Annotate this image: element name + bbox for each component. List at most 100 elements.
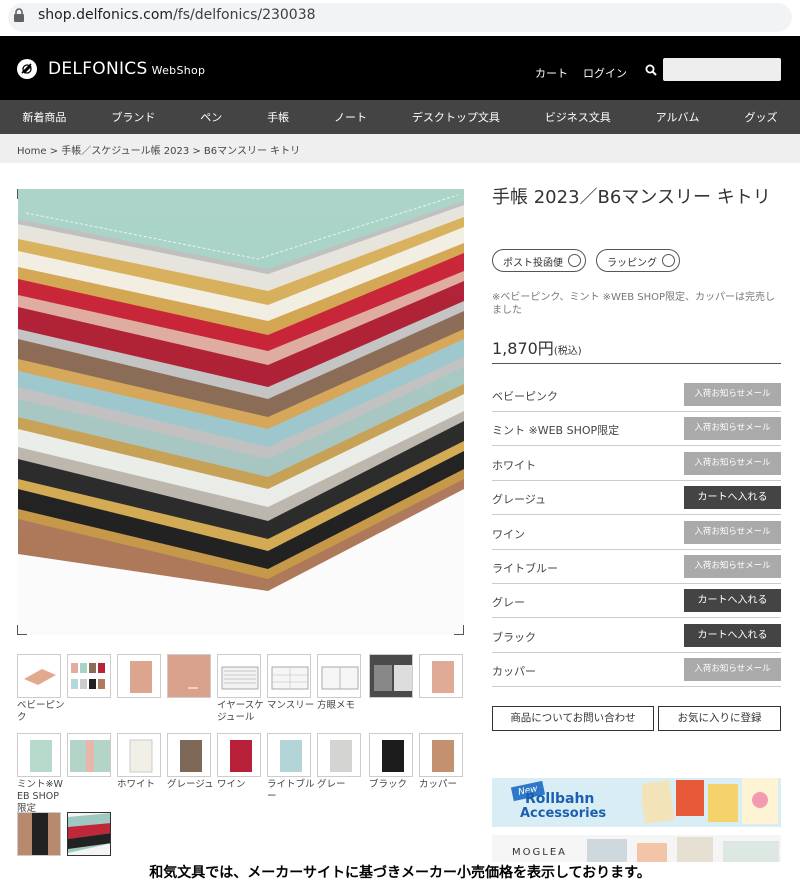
brand-sub: WebShop <box>151 64 206 77</box>
add-to-cart-button[interactable]: カートへ入れる <box>684 623 781 647</box>
login-link[interactable]: ログイン <box>583 65 627 81</box>
nav-brand[interactable]: ブランド <box>111 109 155 125</box>
thumbnail-mint-open[interactable] <box>67 733 111 777</box>
variant-name: ワイン <box>492 527 525 541</box>
price-divider <box>492 363 781 364</box>
thumb-label-monthly: マンスリー <box>267 700 315 711</box>
variant-row: グレー カートへ入れる <box>492 584 781 619</box>
url-text[interactable]: shop.delfonics.com/fs/delfonics/230038 <box>38 7 316 23</box>
nav-goods[interactable]: グッズ <box>744 109 777 125</box>
thumbnail-pink-back[interactable] <box>419 654 463 698</box>
thumb-label-copper: カッパー <box>419 779 458 790</box>
restock-notify-button[interactable]: 入荷お知らせメール <box>684 555 781 578</box>
banner-illustration <box>587 837 779 865</box>
restock-notify-button[interactable]: 入荷お知らせメール <box>684 658 781 682</box>
variant-name: ライトブルー <box>492 562 558 575</box>
image-corner <box>17 625 27 635</box>
image-corner <box>454 625 464 635</box>
thumbnail-year-schedule[interactable] <box>217 654 261 698</box>
tag-label: ポスト投函便 <box>503 258 563 269</box>
delfonics-logo-icon[interactable] <box>16 58 38 80</box>
thumbnail-pink-cover[interactable] <box>117 654 161 698</box>
url-path: /fs/delfonics/230038 <box>173 7 316 23</box>
product-price: 1,870円(税込) <box>492 335 582 359</box>
banner-illustration <box>642 778 778 824</box>
rollbahn-accessories-banner[interactable]: New Rollbahn Accessories <box>492 778 781 827</box>
thumbnail-stack[interactable] <box>67 812 111 856</box>
add-to-cart-button[interactable]: カートへ入れる <box>684 486 781 510</box>
product-title: 手帳 2023／B6マンスリー キトリ <box>492 187 771 208</box>
nav-new[interactable]: 新着商品 <box>22 109 66 125</box>
variant-row: ライトブルー 入荷お知らせメール <box>492 550 781 584</box>
breadcrumb[interactable]: Home > 手帳／スケジュール帳 2023 > B6マンスリー キトリ <box>0 134 800 163</box>
restock-notify-button[interactable]: 入荷お知らせメール <box>684 520 781 544</box>
brand-name: DELFONICS <box>48 59 148 79</box>
thumb-label-greige: グレージュ <box>167 779 214 790</box>
product-inquiry-button[interactable]: 商品についてお問い合わせ <box>492 706 654 731</box>
variant-row: ワイン 入荷お知らせメール <box>492 516 781 550</box>
add-favorite-button[interactable]: お気に入りに登録 <box>658 706 781 731</box>
price-value: 1,870円 <box>492 339 554 358</box>
thumbnail-copper[interactable] <box>419 733 463 777</box>
thumbnail-grid-memo[interactable] <box>317 654 361 698</box>
tag-post-delivery[interactable]: ポスト投函便 <box>492 249 586 272</box>
nav-planner[interactable]: 手帳 <box>267 109 289 125</box>
variant-name: グレー <box>492 596 525 610</box>
tag-label: ラッピング <box>607 258 657 269</box>
cart-link[interactable]: カート <box>535 65 568 81</box>
product-main-image[interactable] <box>18 189 464 635</box>
restock-notify-button[interactable]: 入荷お知らせメール <box>684 451 781 475</box>
restock-notify-button[interactable]: 入荷お知らせメール <box>684 383 781 406</box>
lock-icon <box>14 8 24 22</box>
thumbnail-cover-detail[interactable] <box>167 654 211 698</box>
thumbnail-lightblue[interactable] <box>267 733 311 777</box>
browser-url-bar[interactable]: shop.delfonics.com/fs/delfonics/230038 <box>0 0 800 36</box>
variant-row: ホワイト 入荷お知らせメール <box>492 447 781 481</box>
thumb-label-wine: ワイン <box>217 779 246 790</box>
thumbnail-white[interactable] <box>117 733 161 777</box>
tag-wrapping[interactable]: ラッピング <box>596 249 680 272</box>
thumbnail-gray[interactable] <box>317 733 361 777</box>
thumbnail-lineup[interactable] <box>67 654 111 698</box>
thumb-label-mint: ミント※WEB SHOP限定 <box>17 779 63 814</box>
circle-icon <box>662 254 675 267</box>
thumbnail-copper-open[interactable] <box>17 812 61 856</box>
variant-name: ベビーピンク <box>492 390 558 403</box>
thumb-label-black: ブラック <box>369 779 408 790</box>
thumbnail-monthly[interactable] <box>267 654 311 698</box>
thumbnail-mint[interactable] <box>17 733 61 777</box>
variant-row: カッパー 入荷お知らせメール <box>492 653 781 688</box>
thumbnail-greige[interactable] <box>167 733 211 777</box>
moglea-logo: MOGLEA <box>512 847 567 858</box>
variant-row: ミント ※WEB SHOP限定 入荷お知らせメール <box>492 412 781 447</box>
add-to-cart-button[interactable]: カートへ入れる <box>684 589 781 613</box>
url-host: shop.delfonics.com <box>38 7 174 23</box>
main-nav: 新着商品 ブランド ペン 手帳 ノート デスクトップ文具 ビジネス文具 アルバム… <box>0 100 800 134</box>
retail-price-note: 和気文具では、メーカーサイトに基づきメーカー小売価格を表示しております。 <box>0 862 800 884</box>
thumbnail-wine[interactable] <box>217 733 261 777</box>
search-icon[interactable] <box>645 64 657 76</box>
nav-pen[interactable]: ペン <box>200 109 222 125</box>
nav-business[interactable]: ビジネス文具 <box>545 109 611 125</box>
thumb-label-year-schedule: イヤースケジュール <box>217 700 264 723</box>
variant-name: カッパー <box>492 665 536 679</box>
variant-row: ベビーピンク 入荷お知らせメール <box>492 378 781 412</box>
thumb-label-white: ホワイト <box>117 779 156 790</box>
nav-notebook[interactable]: ノート <box>334 109 367 125</box>
nav-desktop[interactable]: デスクトップ文具 <box>412 109 500 125</box>
brand-logo[interactable]: DELFONICS WebShop <box>48 59 205 79</box>
thumbnail-open-detail[interactable] <box>369 654 413 698</box>
price-tax: (税込) <box>553 346 582 357</box>
moglea-banner[interactable]: MOGLEA <box>492 835 781 865</box>
variant-name: ブラック <box>492 630 536 644</box>
thumbnail-babypink[interactable] <box>17 654 61 698</box>
thumbnail-black[interactable] <box>369 733 413 777</box>
circle-icon <box>568 254 581 267</box>
search-input[interactable] <box>663 58 781 81</box>
nav-album[interactable]: アルバム <box>656 109 700 125</box>
thumb-label-gray: グレー <box>317 779 346 790</box>
restock-notify-button[interactable]: 入荷お知らせメール <box>684 417 781 441</box>
banner-subtitle: Accessories <box>520 806 607 821</box>
soldout-note: ※ベビーピンク、ミント ※WEB SHOP限定、カッパーは完売しました <box>492 292 776 316</box>
banner-title: Rollbahn <box>525 791 595 807</box>
